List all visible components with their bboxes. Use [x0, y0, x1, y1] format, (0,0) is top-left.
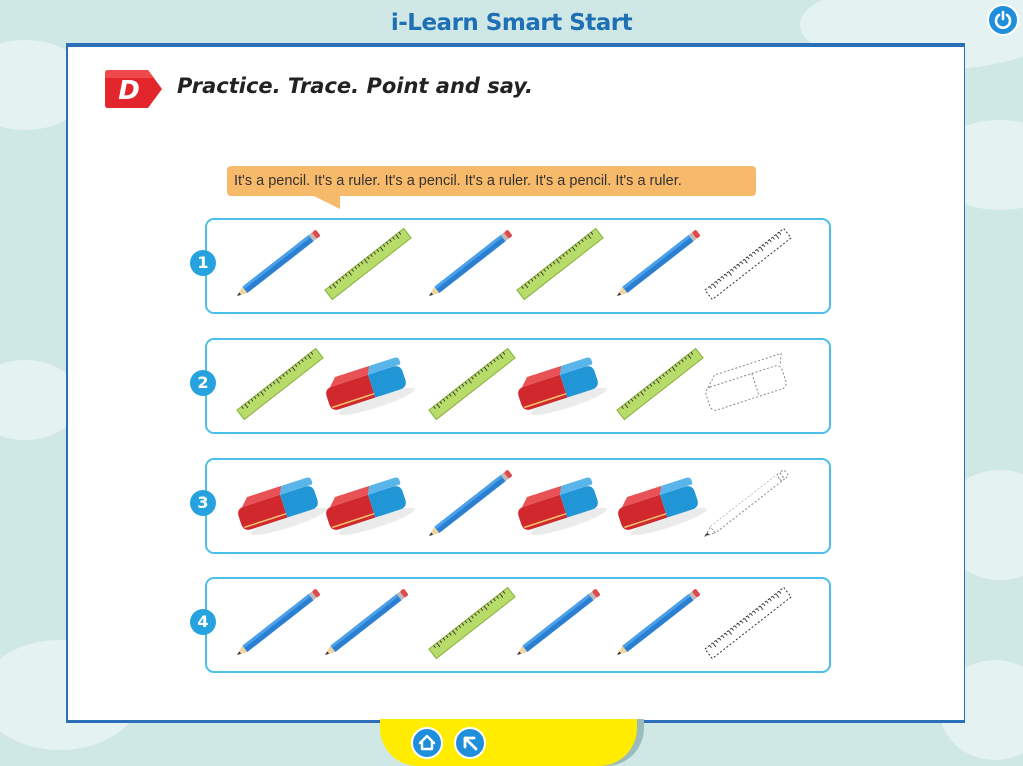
- eraser-picture[interactable]: [512, 344, 612, 428]
- pencil-picture[interactable]: [320, 583, 420, 667]
- pencil-picture[interactable]: [612, 224, 712, 308]
- pencil-picture[interactable]: [424, 224, 524, 308]
- back-button[interactable]: [454, 727, 486, 759]
- row-number-badge: 2: [190, 370, 216, 396]
- power-icon: [994, 10, 1012, 29]
- section-badge: D: [105, 70, 162, 108]
- ruler-picture[interactable]: [320, 224, 420, 308]
- ruler-picture[interactable]: [512, 224, 612, 308]
- section-letter: D: [118, 76, 140, 106]
- eraser-picture[interactable]: [232, 464, 332, 548]
- pencil-picture[interactable]: [232, 583, 332, 667]
- ruler-picture[interactable]: [424, 583, 524, 667]
- back-arrow-icon: [463, 736, 478, 751]
- pencil-picture[interactable]: [512, 583, 612, 667]
- speech-bubble-tail: [312, 195, 340, 209]
- pencil-picture[interactable]: [612, 583, 712, 667]
- pencil-trace-drawing[interactable]: [700, 464, 800, 548]
- pencil-picture[interactable]: [232, 224, 332, 308]
- row-number-badge: 4: [190, 609, 216, 635]
- row-number-badge: 1: [190, 250, 216, 276]
- eraser-picture[interactable]: [320, 464, 420, 548]
- instruction-heading: Practice. Trace. Point and say.: [177, 74, 534, 98]
- ruler-picture[interactable]: [612, 344, 712, 428]
- eraser-picture[interactable]: [612, 464, 712, 548]
- eraser-trace-drawing[interactable]: [700, 344, 800, 428]
- eraser-picture[interactable]: [320, 344, 420, 428]
- app-title: i-Learn Smart Start: [390, 10, 633, 36]
- ruler-trace-drawing[interactable]: [700, 583, 800, 667]
- eraser-picture[interactable]: [512, 464, 612, 548]
- ruler-picture[interactable]: [424, 344, 524, 428]
- ruler-picture[interactable]: [232, 344, 332, 428]
- pencil-picture[interactable]: [424, 464, 524, 548]
- row-number-badge: 3: [190, 490, 216, 516]
- home-button[interactable]: [411, 727, 443, 759]
- home-icon: [418, 734, 436, 751]
- ruler-trace-drawing[interactable]: [700, 224, 800, 308]
- speech-bubble: It's a pencil. It's a ruler. It's a penc…: [227, 166, 756, 196]
- power-button[interactable]: [987, 4, 1019, 36]
